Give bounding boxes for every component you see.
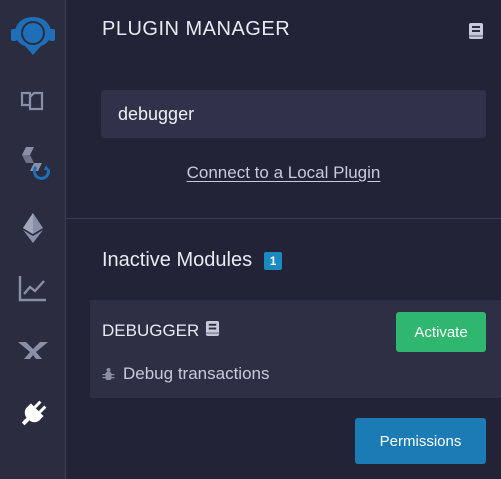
book-icon[interactable] bbox=[468, 22, 484, 45]
permissions-button[interactable]: Permissions bbox=[355, 418, 486, 464]
page-title: PLUGIN MANAGER bbox=[102, 18, 291, 40]
activate-button[interactable]: Activate bbox=[396, 312, 486, 352]
search-input[interactable]: debugger bbox=[101, 90, 486, 138]
plugin-manager-panel: PLUGIN MANAGER debugger Connect to a Loc… bbox=[66, 0, 501, 479]
module-name-label: DEBUGGER bbox=[102, 321, 200, 340]
module-description-text: Debug transactions bbox=[123, 364, 270, 383]
solidity-compiler-icon[interactable] bbox=[0, 136, 66, 188]
remix-logo-icon[interactable] bbox=[0, 6, 66, 62]
connect-local-plugin-link[interactable]: Connect to a Local Plugin bbox=[66, 163, 501, 183]
book-icon[interactable] bbox=[205, 320, 220, 342]
divider bbox=[66, 218, 501, 219]
file-explorer-icon[interactable] bbox=[0, 74, 66, 126]
icon-panel bbox=[0, 0, 66, 479]
bug-icon bbox=[102, 368, 115, 380]
inactive-modules-heading: Inactive Modules 1 bbox=[102, 249, 283, 272]
plugin-plug-icon[interactable] bbox=[0, 388, 66, 440]
ethereum-deploy-icon[interactable] bbox=[0, 202, 66, 254]
module-description: Debug transactions bbox=[102, 364, 269, 384]
module-card-debugger: DEBUGGER Activate Debug transactions bbox=[90, 300, 501, 398]
count-badge: 1 bbox=[264, 251, 283, 270]
analysis-chart-icon[interactable] bbox=[0, 262, 66, 314]
search-value: debugger bbox=[118, 103, 195, 124]
module-name: DEBUGGER bbox=[102, 320, 220, 342]
debugger-module-icon[interactable] bbox=[0, 324, 66, 376]
section-title-label: Inactive Modules bbox=[102, 249, 253, 271]
